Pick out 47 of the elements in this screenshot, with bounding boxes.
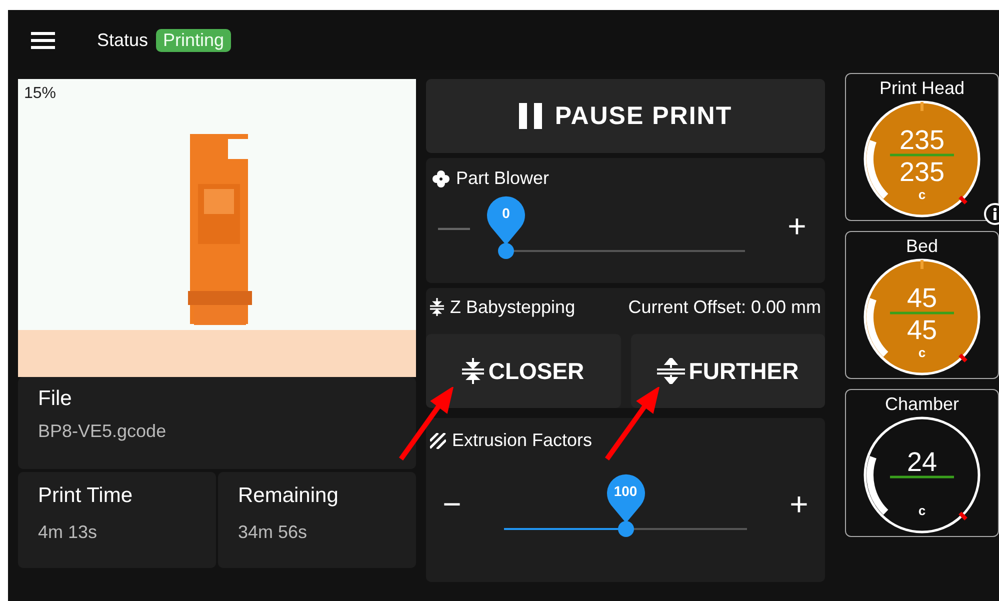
time-label: Print Time: [38, 484, 134, 508]
section-title: Z Babystepping: [450, 296, 576, 318]
pause-print-button[interactable]: PAUSE PRINT: [426, 79, 825, 153]
target-temperature: 235: [899, 157, 945, 187]
section-title: Part Blower: [456, 168, 550, 189]
tick-mark: [920, 102, 924, 111]
unit-label: c: [918, 187, 926, 202]
pause-icon: [518, 103, 543, 129]
increase-button[interactable]: +: [775, 208, 819, 244]
heater-name: Chamber: [884, 394, 960, 415]
limit-mark: [958, 512, 968, 520]
limit-mark: [958, 354, 968, 362]
time-value: 4m 13s: [38, 522, 98, 543]
target-temperature: 45: [906, 315, 938, 345]
closer-button[interactable]: CLOSER: [426, 334, 620, 408]
slider-thumb[interactable]: [618, 521, 634, 537]
compress-icon: [430, 298, 444, 316]
compress-icon: [462, 358, 484, 384]
fan-icon: [432, 170, 450, 188]
expand-icon: [656, 358, 685, 384]
limit-mark: [958, 196, 968, 204]
increase-button[interactable]: +: [777, 486, 821, 522]
current-temperature: 235: [899, 125, 945, 155]
heater-name: Print Head: [879, 78, 965, 99]
time-value: 34m 56s: [238, 522, 308, 543]
time-label: Remaining: [238, 484, 340, 508]
file-name: BP8-VE5.gcode: [38, 421, 168, 442]
menu-icon[interactable]: [31, 31, 55, 49]
current-temperature: 45: [906, 283, 938, 313]
status-badge: Printing: [156, 28, 232, 52]
unit-label: c: [918, 345, 926, 360]
section-title: Extrusion Factors: [452, 430, 592, 451]
slider-thumb[interactable]: [498, 243, 514, 259]
decrease-button[interactable]: −: [430, 486, 474, 522]
stripes-icon: [430, 432, 446, 448]
file-label: File: [38, 387, 73, 411]
range-arc: [866, 456, 888, 515]
offset-text: Current Offset: 0.00 mm: [628, 296, 821, 318]
unit-label: c: [918, 503, 926, 518]
range-arc: [866, 140, 888, 199]
current-temperature: 24: [906, 447, 938, 477]
heater-name: Bed: [906, 236, 938, 257]
range-arc: [866, 298, 888, 357]
progress-text: 15%: [24, 85, 56, 103]
tick-mark: [920, 260, 924, 269]
further-button[interactable]: FURTHER: [630, 334, 825, 408]
status-label: Status: [97, 30, 148, 50]
